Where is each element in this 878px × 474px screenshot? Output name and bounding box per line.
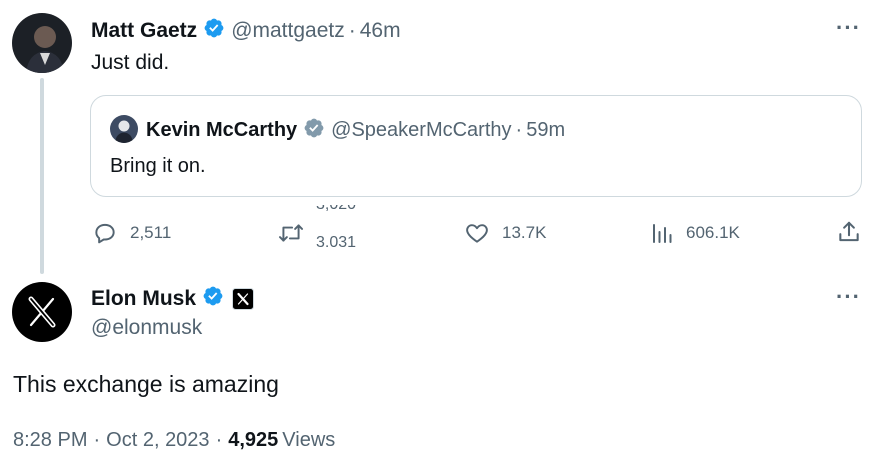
author-handle[interactable]: @elonmusk	[91, 316, 202, 340]
tweet-header-matt-gaetz: Matt Gaetz @mattgaetz · 46m	[91, 17, 401, 44]
tweet-time[interactable]: 46m	[360, 19, 401, 43]
verified-badge-icon[interactable]	[203, 17, 225, 44]
like-count: 13.7K	[502, 223, 547, 242]
tweet-header-elon-musk: Elon Musk	[91, 285, 255, 312]
like-button[interactable]: 13.7K	[464, 220, 546, 246]
more-options-icon[interactable]: ···	[836, 15, 861, 41]
more-options-icon[interactable]: ···	[836, 284, 861, 310]
reply-button[interactable]: 2,511	[92, 220, 171, 246]
tweet-text: Just did.	[91, 51, 170, 74]
author-name[interactable]: Matt Gaetz	[91, 19, 197, 43]
retweet-count-old: 3,020	[316, 205, 356, 213]
tweet-date[interactable]: Oct 2, 2023	[106, 429, 209, 452]
avatar-kevin-mccarthy[interactable]	[110, 115, 138, 143]
meta-separator: ·	[515, 119, 523, 141]
views-label: Views	[282, 429, 336, 451]
quoted-tweet-header: Kevin McCarthy @SpeakerMcCarthy · 59m	[146, 117, 565, 144]
quoted-author-name[interactable]: Kevin McCarthy	[146, 119, 297, 142]
verified-badge-icon[interactable]	[303, 117, 325, 144]
retweet-count-animated: 3,020 3,031	[314, 205, 384, 247]
reply-count: 2,511	[130, 223, 172, 242]
analytics-icon	[650, 220, 674, 246]
retweet-button[interactable]	[276, 220, 306, 246]
tweet-timestamp[interactable]: 8:28 PM	[13, 429, 87, 452]
avatar-matt-gaetz[interactable]	[12, 13, 72, 73]
thread-connector-line	[40, 78, 44, 274]
views-count: 606.1K	[686, 223, 740, 242]
verified-badge-icon[interactable]	[202, 285, 224, 312]
quoted-tweet-time[interactable]: 59m	[526, 119, 565, 142]
views-button[interactable]: 606.1K	[650, 220, 740, 246]
x-affiliate-icon[interactable]	[232, 287, 255, 310]
meta-separator: ·	[215, 429, 223, 451]
author-handle[interactable]: @mattgaetz	[231, 19, 345, 43]
quoted-author-handle[interactable]: @SpeakerMcCarthy	[331, 119, 511, 142]
share-button[interactable]	[836, 219, 862, 245]
meta-separator: ·	[93, 429, 101, 451]
avatar-elon-musk[interactable]	[12, 282, 72, 342]
tweet-metadata: 8:28 PM · Oct 2, 2023 · 4,925 Views	[13, 429, 335, 452]
quoted-tweet-card[interactable]	[90, 95, 862, 197]
retweet-icon	[276, 220, 306, 246]
author-name[interactable]: Elon Musk	[91, 287, 196, 311]
retweet-count-new: 3,031	[316, 234, 357, 248]
views-count: 4,925	[228, 429, 279, 451]
heart-icon	[464, 220, 490, 246]
tweet-text: This exchange is amazing	[13, 371, 279, 397]
share-icon	[836, 219, 862, 245]
reply-icon	[92, 220, 118, 246]
quoted-tweet-text: Bring it on.	[110, 155, 206, 177]
meta-separator: ·	[348, 18, 356, 42]
